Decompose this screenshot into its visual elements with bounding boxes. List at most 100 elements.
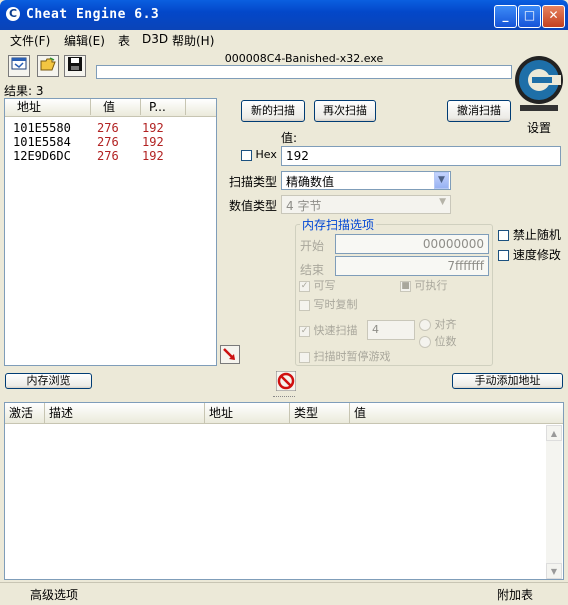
value-input[interactable]: 192	[281, 146, 561, 166]
window-title: Cheat Engine 6.3	[26, 7, 160, 22]
alignment-option[interactable]: 对齐	[419, 316, 457, 332]
results-header: 地址 值 P...	[5, 99, 216, 117]
header-description[interactable]: 描述	[45, 403, 205, 423]
row-previous: 192	[142, 135, 164, 149]
menu-file[interactable]: 文件(F)	[10, 32, 50, 49]
header-type[interactable]: 类型	[290, 403, 350, 423]
scan-results-list[interactable]: 地址 值 P... 101E5580 276 192 101E5584 276 192 …	[4, 98, 217, 366]
close-button[interactable]: ✕	[542, 5, 565, 28]
memory-options-title: 内存扫描选项	[300, 216, 377, 233]
disable-random-label: 禁止随机	[512, 228, 561, 242]
pointer-arrow-icon[interactable]	[220, 345, 240, 364]
value-type-value: 4 字节	[286, 199, 322, 213]
vertical-scrollbar[interactable]: ▲ ▼	[546, 425, 562, 579]
scan-type-label: 扫描类型	[229, 175, 278, 189]
row-value: 276	[97, 149, 119, 163]
row-value: 276	[97, 121, 119, 135]
open-folder-icon[interactable]	[37, 55, 59, 77]
speed-hack-option[interactable]: 速度修改	[498, 246, 561, 263]
scan-progress-bar	[96, 65, 512, 79]
chevron-down-icon: ▼	[439, 197, 446, 207]
start-label: 开始	[300, 239, 325, 253]
results-count: 结果: 3	[4, 84, 44, 98]
menu-table[interactable]: 表	[118, 32, 130, 49]
header-previous[interactable]: P...	[141, 99, 186, 115]
alignment-label: 对齐	[434, 318, 457, 331]
menu-d3d[interactable]: D3D	[142, 32, 168, 46]
fast-scan-option[interactable]: ✓ 快速扫描	[299, 322, 358, 338]
cheat-engine-logo[interactable]	[512, 50, 566, 116]
row-value: 276	[97, 135, 119, 149]
fast-scan-input[interactable]: 4	[367, 320, 415, 340]
row-address: 101E5584	[13, 135, 71, 149]
copy-on-write-checkbox[interactable]	[299, 299, 310, 311]
cheat-table[interactable]: 激活 描述 地址 类型 值 ▲ ▼	[4, 402, 564, 580]
row-address: 12E9D6DC	[13, 149, 71, 163]
process-icon[interactable]	[8, 55, 30, 77]
speed-hack-label: 速度修改	[512, 248, 561, 262]
pause-game-option[interactable]: 扫描时暂停游戏	[299, 348, 391, 364]
alignment-radio[interactable]	[419, 319, 431, 331]
maximize-button[interactable]: □	[518, 5, 541, 28]
stop-icon[interactable]	[275, 370, 297, 392]
table-row[interactable]: 101E5584 276 192	[13, 135, 164, 149]
value-type-select[interactable]: 4 字节 ▼	[281, 195, 451, 214]
value-label: 值:	[281, 131, 298, 145]
splitter-handle[interactable]	[273, 396, 295, 399]
value-type-label: 数值类型	[229, 199, 278, 213]
menu-help[interactable]: 帮助(H)	[172, 32, 214, 49]
header-active[interactable]: 激活	[5, 403, 45, 423]
pause-game-label: 扫描时暂停游戏	[313, 350, 391, 363]
title-bar[interactable]: C Cheat Engine 6.3 _ □ ✕	[0, 0, 568, 30]
writable-checkbox[interactable]: ✓	[299, 280, 310, 292]
last-digits-radio[interactable]	[419, 336, 431, 348]
pause-game-checkbox[interactable]	[299, 351, 310, 363]
scroll-down-icon[interactable]: ▼	[546, 563, 562, 579]
advanced-options-button[interactable]: 高级选项	[30, 586, 78, 603]
row-previous: 192	[142, 149, 164, 163]
table-row[interactable]: 101E5580 276 192	[13, 121, 164, 135]
status-bar: 高级选项 附加表	[0, 582, 568, 605]
executable-label: 可执行	[414, 279, 448, 292]
disable-random-option[interactable]: 禁止随机	[498, 226, 561, 243]
stop-label: 结束	[300, 263, 325, 277]
scan-type-select[interactable]: 精确数值 ▼	[281, 171, 451, 190]
header-value[interactable]: 值	[350, 403, 563, 423]
disable-random-checkbox[interactable]	[498, 230, 509, 241]
fast-scan-checkbox[interactable]: ✓	[299, 325, 310, 337]
hex-checkbox-group[interactable]: Hex	[241, 148, 277, 161]
scroll-up-icon[interactable]: ▲	[546, 425, 562, 441]
menu-bar: 文件(F) 编辑(E) 表 D3D 帮助(H)	[0, 30, 568, 48]
menu-edit[interactable]: 编辑(E)	[64, 32, 105, 49]
row-address: 101E5580	[13, 121, 71, 135]
table-row[interactable]: 12E9D6DC 276 192	[13, 149, 164, 163]
memory-view-button[interactable]: 内存浏览	[5, 373, 92, 389]
cheat-table-header: 激活 描述 地址 类型 值	[5, 403, 563, 424]
row-previous: 192	[142, 121, 164, 135]
settings-label[interactable]: 设置	[527, 119, 551, 136]
executable-option[interactable]: ■ 可执行	[400, 277, 448, 293]
table-extras-button[interactable]: 附加表	[497, 586, 533, 603]
new-scan-button[interactable]: 新的扫描	[241, 100, 305, 122]
add-address-manually-button[interactable]: 手动添加地址	[452, 373, 563, 389]
last-digits-option[interactable]: 位数	[419, 333, 457, 349]
copy-on-write-option[interactable]: 写时复制	[299, 296, 358, 312]
fast-scan-label: 快速扫描	[313, 324, 358, 337]
hex-label: Hex	[255, 148, 277, 161]
minimize-button[interactable]: _	[494, 5, 517, 28]
chevron-down-icon[interactable]: ▼	[434, 172, 449, 189]
save-disk-icon[interactable]	[64, 55, 86, 77]
writable-option[interactable]: ✓ 可写	[299, 277, 336, 293]
stop-address-input[interactable]: 7fffffff	[335, 256, 489, 276]
start-address-input[interactable]: 00000000	[335, 234, 489, 254]
speed-hack-checkbox[interactable]	[498, 250, 509, 261]
app-icon[interactable]: C	[6, 7, 20, 21]
executable-checkbox[interactable]: ■	[400, 280, 411, 292]
hex-checkbox[interactable]	[241, 149, 252, 161]
undo-scan-button[interactable]: 撤消扫描	[447, 100, 511, 122]
header-value[interactable]: 值	[91, 99, 141, 115]
header-address[interactable]: 地址	[5, 99, 91, 115]
writable-label: 可写	[313, 279, 336, 292]
header-address[interactable]: 地址	[205, 403, 290, 423]
next-scan-button[interactable]: 再次扫描	[314, 100, 376, 122]
